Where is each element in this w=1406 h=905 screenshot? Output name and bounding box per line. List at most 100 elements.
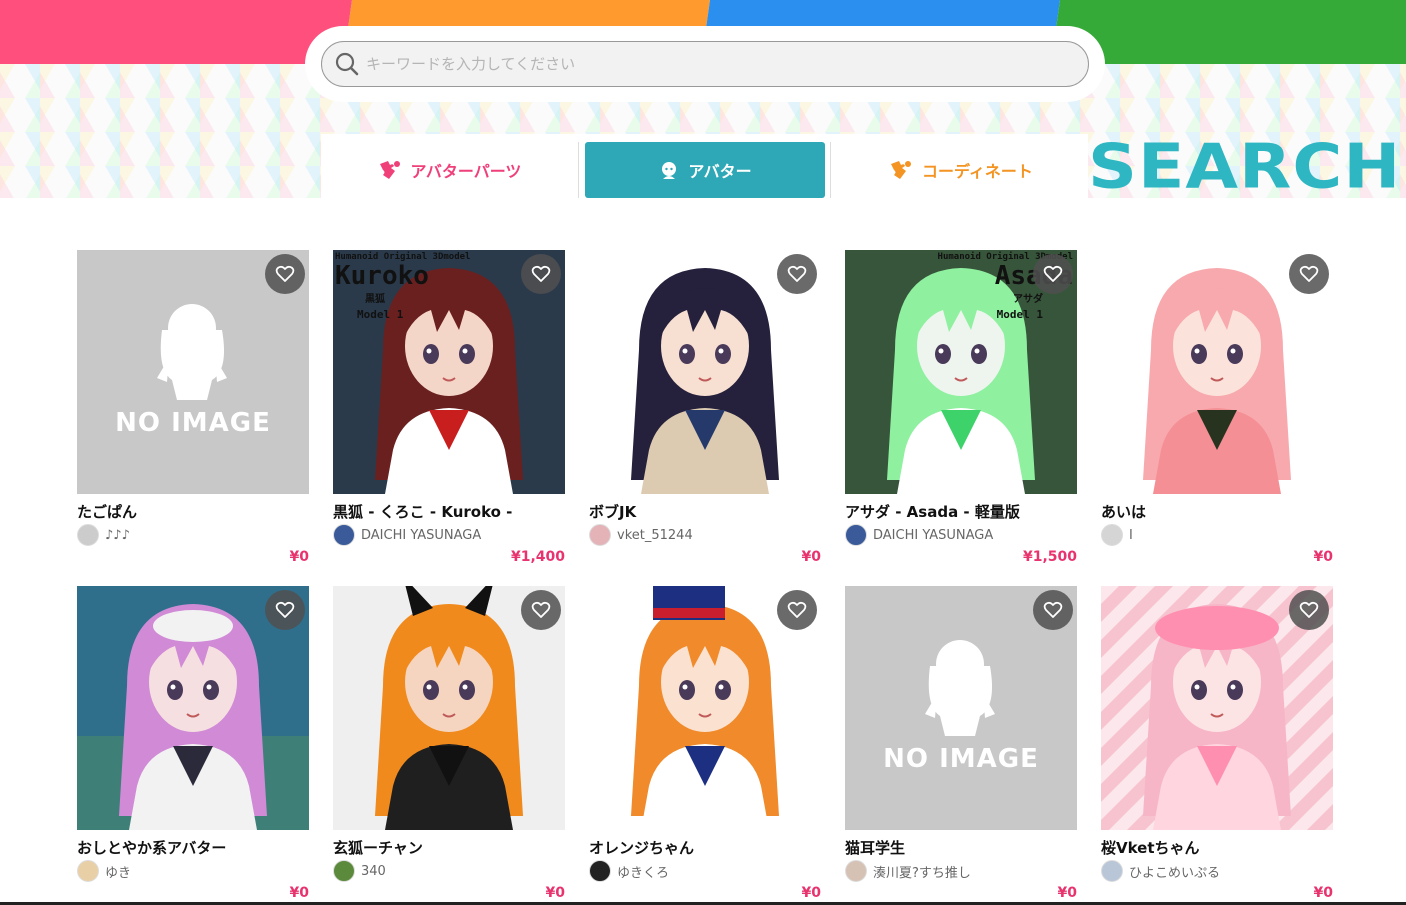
author-link[interactable]: DAICHI YASUNAGA (333, 524, 565, 546)
product-price: ¥0 (1313, 885, 1333, 901)
author-link[interactable]: ひよこめいぷる (1101, 860, 1333, 882)
tab-divider (578, 142, 579, 198)
puzzle-icon (379, 161, 400, 179)
author-avatar (589, 860, 611, 882)
tab-avatar-parts[interactable]: アバターパーツ (321, 142, 577, 198)
product-price: ¥0 (289, 885, 309, 901)
product-price: ¥1,400 (510, 549, 565, 565)
favorite-button[interactable] (265, 590, 305, 630)
product-card[interactable]: NO IMAGE 猫耳学生湊川夏?すち推し ¥0 (845, 586, 1077, 905)
puzzle-icon (891, 161, 912, 179)
favorite-button[interactable] (1289, 254, 1329, 294)
product-title[interactable]: あいは (1101, 501, 1333, 522)
author-name: ♪♪♪ (105, 527, 130, 543)
product-title[interactable]: 桜Vketちゃん (1101, 837, 1333, 858)
tab-coordinate[interactable]: コーディネート (833, 142, 1088, 198)
product-card[interactable]: オレンジちゃんゆきくろ ¥0 (589, 586, 821, 905)
heart-icon (1299, 601, 1319, 618)
author-name: DAICHI YASUNAGA (361, 527, 482, 543)
product-price: ¥0 (801, 885, 821, 901)
author-avatar (77, 860, 99, 882)
tab-label: アバターパーツ (410, 162, 522, 181)
product-thumbnail[interactable]: NO IMAGE (845, 586, 1077, 830)
heart-icon (1043, 601, 1063, 618)
search-bar-container (305, 26, 1105, 102)
product-card[interactable]: Humanoid Original 3Dmodel Kuroko 黒狐 Model 1… (333, 250, 565, 570)
product-price: ¥0 (1057, 885, 1077, 901)
overlay-line4: Model 1 (357, 308, 404, 321)
author-link[interactable]: DAICHI YASUNAGA (845, 524, 1077, 546)
author-avatar (333, 860, 355, 882)
overlay-line3: アサダ (1013, 294, 1043, 305)
heart-icon (531, 265, 551, 282)
favorite-button[interactable] (777, 590, 817, 630)
author-name: 湊川夏?すち推し (873, 865, 971, 881)
product-title[interactable]: 猫耳学生 (845, 837, 1077, 858)
product-card[interactable]: Humanoid Original 3DmodelAsadaアサダModel 1… (845, 250, 1077, 570)
search-banner-title: SEARCH (1088, 131, 1402, 203)
author-avatar (589, 524, 611, 546)
search-icon[interactable] (334, 51, 360, 77)
product-card[interactable]: 玄狐ーチャン 340 ¥0 (333, 586, 565, 905)
tab-avatar[interactable]: アバター (585, 142, 825, 198)
product-card[interactable]: おしとやか系アバターゆき ¥0 (77, 586, 309, 905)
product-card[interactable]: NO IMAGE たごぱん ♪♪♪ ¥0 (77, 250, 309, 570)
product-thumbnail[interactable] (589, 586, 821, 830)
product-thumbnail[interactable] (1101, 586, 1333, 830)
author-link[interactable]: 340 (333, 860, 565, 882)
favorite-button[interactable] (777, 254, 817, 294)
favorite-button[interactable] (521, 254, 561, 294)
product-thumbnail[interactable] (77, 586, 309, 830)
overlay-line4: Model 1 (996, 308, 1043, 321)
search-box[interactable] (321, 41, 1089, 87)
band-pink (0, 0, 353, 64)
author-link[interactable]: ゆきくろ (589, 860, 821, 882)
avatar-icon (662, 162, 677, 179)
author-link[interactable]: I (1101, 524, 1333, 546)
heart-icon (1043, 265, 1063, 282)
author-avatar (845, 860, 867, 882)
product-thumbnail[interactable] (1101, 250, 1333, 494)
tab-divider (830, 142, 831, 198)
author-link[interactable]: 湊川夏?すち推し (845, 860, 1077, 882)
author-name: ひよこめいぷる (1129, 865, 1221, 881)
product-title[interactable]: アサダ - Asada - 軽量版 (845, 501, 1077, 522)
product-title[interactable]: たごぱん (77, 501, 309, 522)
product-thumbnail[interactable] (333, 586, 565, 830)
product-title[interactable]: 玄狐ーチャン (333, 837, 565, 858)
favorite-button[interactable] (265, 254, 305, 294)
author-name: ゆき (105, 865, 132, 881)
band-green (1051, 0, 1406, 64)
product-title[interactable]: オレンジちゃん (589, 837, 821, 858)
product-thumbnail[interactable]: Humanoid Original 3DmodelAsadaアサダModel 1 (845, 250, 1077, 494)
product-thumbnail[interactable]: Humanoid Original 3Dmodel Kuroko 黒狐 Model 1 (333, 250, 565, 494)
favorite-button[interactable] (1289, 590, 1329, 630)
heart-icon (787, 601, 807, 618)
author-name: I (1129, 527, 1133, 543)
author-link[interactable]: ゆき (77, 860, 309, 882)
product-price: ¥0 (801, 549, 821, 565)
author-avatar (77, 524, 99, 546)
product-card[interactable]: 桜Vketちゃんひよこめいぷる ¥0 (1101, 586, 1333, 905)
product-title[interactable]: ボブJK (589, 501, 821, 522)
product-card[interactable]: ボブJK vket_51244 ¥0 (589, 250, 821, 570)
favorite-button[interactable] (1033, 590, 1073, 630)
favorite-button[interactable] (521, 590, 561, 630)
author-link[interactable]: ♪♪♪ (77, 524, 309, 546)
heart-icon (787, 265, 807, 282)
product-price: ¥0 (289, 549, 309, 565)
product-card[interactable]: あいは I ¥0 (1101, 250, 1333, 570)
search-input[interactable] (366, 42, 1066, 85)
product-price: ¥0 (1313, 549, 1333, 565)
product-title[interactable]: 黒狐 - くろこ - Kuroko - (333, 501, 565, 522)
author-avatar (1101, 524, 1123, 546)
product-thumbnail[interactable] (589, 250, 821, 494)
author-name: ゆきくろ (617, 865, 670, 881)
product-thumbnail[interactable]: NO IMAGE (77, 250, 309, 494)
no-image-label: NO IMAGE (883, 744, 1039, 774)
product-title[interactable]: おしとやか系アバター (77, 837, 309, 858)
author-link[interactable]: vket_51244 (589, 524, 821, 546)
favorite-button[interactable] (1033, 254, 1073, 294)
category-tabs: アバターパーツ アバター コーディネート (321, 134, 1088, 198)
author-name: 340 (361, 863, 386, 879)
